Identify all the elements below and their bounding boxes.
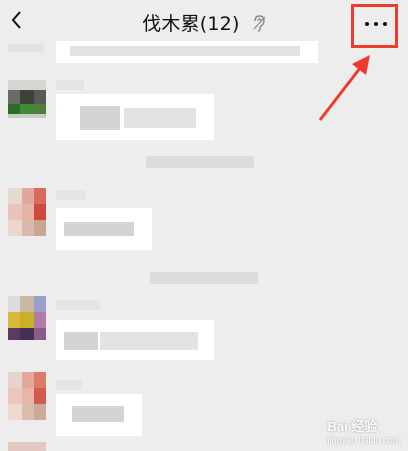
blurred-content — [64, 332, 98, 350]
avatar[interactable] — [8, 188, 46, 236]
watermark-brand: Bai 经验 — [327, 419, 378, 434]
blurred-content — [64, 222, 134, 236]
watermark-url: jingyan.baidu.com — [327, 435, 400, 445]
avatar[interactable] — [8, 80, 46, 118]
sender-name — [56, 300, 100, 310]
sender-name — [56, 380, 82, 390]
avatar[interactable] — [8, 296, 46, 344]
chat-title: 伐木累(12) — [0, 9, 408, 36]
ear-mute-icon — [253, 14, 266, 32]
timestamp — [150, 272, 258, 284]
sender-name — [56, 80, 84, 90]
blurred-content — [124, 108, 196, 128]
avatar[interactable] — [8, 372, 46, 420]
blurred-content — [72, 406, 124, 422]
blurred-content — [80, 106, 120, 130]
sender-name — [56, 190, 86, 200]
chat-header: 伐木累(12) — [0, 0, 408, 48]
avatar[interactable] — [8, 442, 46, 451]
watermark: Bai 经验 jingyan.baidu.com — [327, 416, 400, 445]
timestamp — [146, 156, 254, 168]
more-dots-icon — [365, 22, 387, 26]
blurred-content — [70, 46, 300, 56]
blurred-content — [8, 44, 44, 52]
chat-title-text: 伐木累(12) — [142, 13, 240, 35]
more-button[interactable] — [351, 4, 398, 48]
blurred-content — [100, 332, 198, 350]
